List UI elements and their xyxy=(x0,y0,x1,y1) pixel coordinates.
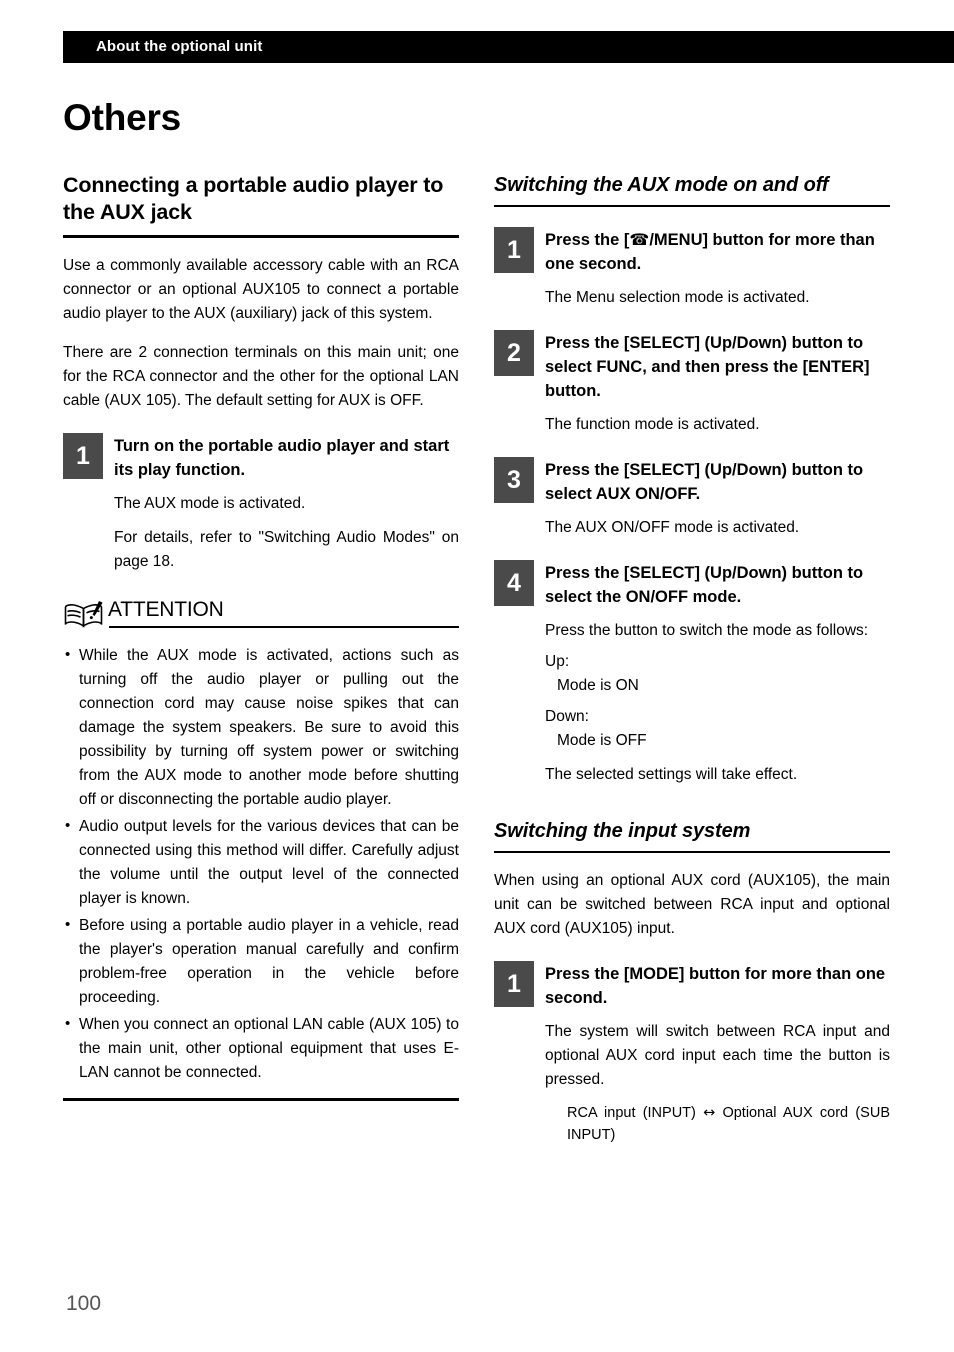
up-value: Mode is ON xyxy=(557,677,639,694)
section-heading-rule xyxy=(494,851,890,853)
step-block: 3 Press the [SELECT] (Up/Down) button to… xyxy=(494,457,890,540)
list-item: When you connect an optional LAN cable (… xyxy=(63,1012,459,1085)
step-body-text: The function mode is activated. xyxy=(545,416,760,433)
down-value: Mode is OFF xyxy=(557,732,647,749)
step-number-badge: 1 xyxy=(63,433,103,479)
section-heading-aux-mode: Switching the AUX mode on and off xyxy=(494,174,829,196)
left-column: Connecting a portable audio player to th… xyxy=(63,172,459,1109)
step-number-badge: 4 xyxy=(494,560,534,606)
step-body-text: The AUX mode is activated. xyxy=(114,495,306,512)
open-book-exclamation-icon xyxy=(63,600,109,630)
section-heading-aux-jack: Connecting a portable audio player to th… xyxy=(63,173,444,224)
step-block: 2 Press the [SELECT] (Up/Down) button to… xyxy=(494,330,890,437)
step-title: Press the [SELECT] (Up/Down) button to s… xyxy=(545,334,870,400)
step-title: Press the [SELECT] (Up/Down) button to s… xyxy=(545,564,864,606)
intro-paragraph-2: There are 2 connection terminals on this… xyxy=(63,344,459,409)
attention-notes-list: While the AUX mode is activated, actions… xyxy=(63,643,459,1085)
right-column: Switching the AUX mode on and off 1 Pres… xyxy=(494,172,890,1146)
step-number-badge: 1 xyxy=(494,227,534,273)
chapter-title: Others xyxy=(63,97,182,138)
step-body-reference: For details, refer to "Switching Audio M… xyxy=(114,529,459,570)
manual-page: About the optional unit Others Connectin… xyxy=(0,0,954,1352)
attention-header: ATTENTION xyxy=(63,598,459,630)
step-number-badge: 3 xyxy=(494,457,534,503)
step-title: Press the [MODE] button for more than on… xyxy=(545,965,886,1007)
list-item: Audio output levels for the various devi… xyxy=(63,814,459,911)
attention-label: ATTENTION xyxy=(108,598,224,621)
attention-block: ATTENTION While the AUX mode is activate… xyxy=(63,598,459,1101)
step-block: 4 Press the [SELECT] (Up/Down) button to… xyxy=(494,560,890,787)
input-mapping-part-1: RCA input (INPUT) xyxy=(567,1105,704,1121)
step-block: 1 Press the [MODE] button for more than … xyxy=(494,961,890,1146)
bidirectional-arrow-icon: ↔ xyxy=(703,1105,716,1121)
down-label: Down: xyxy=(545,708,589,725)
list-item: While the AUX mode is activated, actions… xyxy=(63,643,459,812)
step-body-text: The AUX ON/OFF mode is activated. xyxy=(545,519,800,536)
step-body-text: The Menu selection mode is activated. xyxy=(545,289,810,306)
section-heading-rule xyxy=(63,235,459,238)
step-title-part-1: Press the [ xyxy=(545,231,630,249)
section-heading-input-system: Switching the input system xyxy=(494,820,751,842)
step-body-down-option: Down: Mode is OFF xyxy=(545,705,890,753)
up-label: Up: xyxy=(545,653,570,670)
step-body-text: Press the button to switch the mode as f… xyxy=(545,622,869,639)
step-number-badge: 1 xyxy=(494,961,534,1007)
attention-rule xyxy=(109,626,459,628)
step-title: Press the [SELECT] (Up/Down) button to s… xyxy=(545,461,864,503)
step-number-badge: 2 xyxy=(494,330,534,376)
step-body-result: The selected settings will take effect. xyxy=(545,766,798,783)
step-body-input-mapping: RCA input (INPUT) ↔ Optional AUX cord (S… xyxy=(567,1102,890,1146)
intro-paragraph: When using an optional AUX cord (AUX105)… xyxy=(494,872,890,937)
section-heading-rule xyxy=(494,205,890,207)
running-header-bar: About the optional unit xyxy=(63,31,954,63)
step-body-up-option: Up: Mode is ON xyxy=(545,650,890,698)
step-block: 1 Press the [☎/MENU] button for more tha… xyxy=(494,227,890,310)
intro-paragraph-1: Use a commonly available accessory cable… xyxy=(63,257,459,322)
telephone-icon: ☎ xyxy=(629,230,650,249)
running-header-title: About the optional unit xyxy=(96,38,263,55)
step-title: Turn on the portable audio player and st… xyxy=(114,437,450,479)
step-title: Press the [☎/MENU] button for more than … xyxy=(545,227,890,276)
attention-bottom-rule xyxy=(63,1098,459,1101)
step-body-text: The system will switch between RCA input… xyxy=(545,1023,890,1088)
step-block: 1 Turn on the portable audio player and … xyxy=(63,433,459,574)
list-item: Before using a portable audio player in … xyxy=(63,913,459,1010)
page-number: 100 xyxy=(66,1292,102,1315)
